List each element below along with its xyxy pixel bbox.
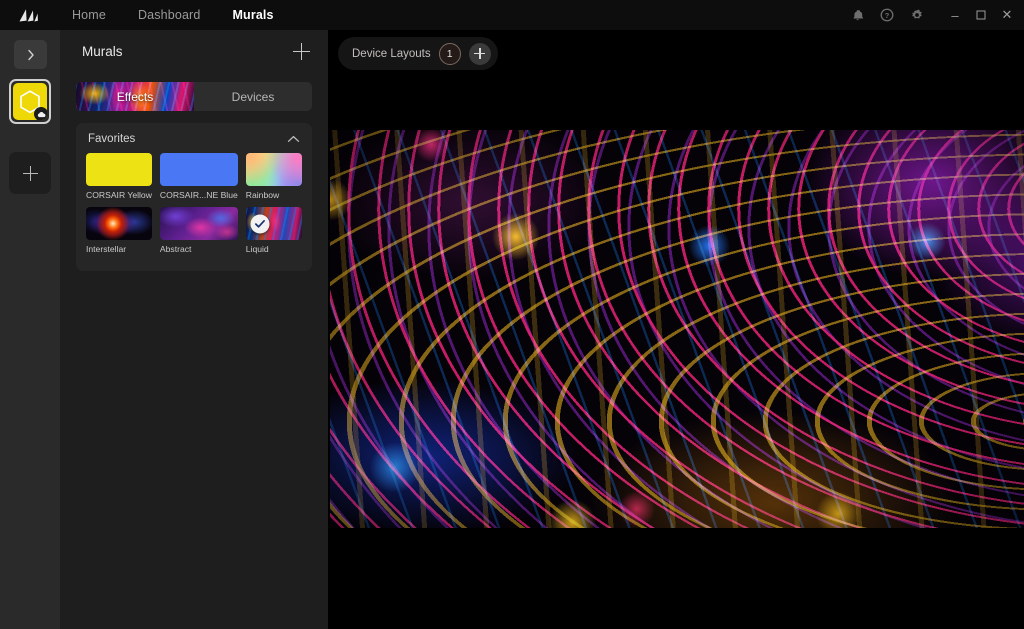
mural-stage: Device Layouts 1 (328, 30, 1024, 629)
favorite-swatch (246, 153, 302, 186)
bell-glyph (851, 9, 864, 22)
notifications-bell-icon[interactable] (842, 0, 872, 30)
page-title: Murals (82, 44, 123, 59)
tab-devices-label: Devices (232, 90, 275, 104)
corsair-sails-logo-icon (17, 8, 39, 23)
favorites-section: Favorites CORSAIR Yellow CORSAIR...NE Bl… (76, 123, 312, 271)
favorite-label: CORSAIR...NE Blue (160, 190, 238, 200)
plus-icon (474, 48, 485, 59)
window-controls: – ✕ (942, 0, 1020, 30)
device-layouts-bar: Device Layouts 1 (338, 37, 498, 70)
left-rail (0, 30, 60, 629)
device-layouts-label: Device Layouts (352, 48, 431, 60)
favorite-swatch (86, 207, 152, 240)
favorite-swatch (246, 207, 302, 240)
favorite-label: Rainbow (246, 190, 302, 200)
mural-tile-swatch (13, 83, 47, 120)
favorite-item-interstellar[interactable]: Interstellar (86, 207, 152, 259)
mural-vignette-layer (330, 130, 1024, 528)
favorite-item-abstract[interactable]: Abstract (160, 207, 238, 259)
minimize-button[interactable]: – (942, 0, 968, 30)
liquid-mural-preview[interactable] (330, 130, 1024, 528)
plus-icon (23, 166, 38, 181)
tab-devices[interactable]: Devices (194, 82, 312, 111)
favorites-grid: CORSAIR Yellow CORSAIR...NE Blue Rainbow… (86, 153, 302, 259)
favorite-item-rainbow[interactable]: Rainbow (246, 153, 302, 205)
chevron-up-icon[interactable] (287, 135, 300, 143)
rail-mural-tile-corsair-yellow[interactable] (9, 79, 51, 124)
check-icon (254, 219, 265, 228)
tab-effects-label: Effects (117, 90, 153, 104)
murals-panel: Murals Effects Devices Favorites (60, 30, 328, 629)
chevron-right-icon (27, 49, 35, 61)
favorites-title: Favorites (88, 133, 135, 145)
favorite-swatch (160, 207, 238, 240)
tab-effects[interactable]: Effects (76, 82, 194, 111)
maximize-icon (976, 10, 986, 20)
add-mural-rail-button[interactable] (9, 152, 51, 194)
close-button[interactable]: ✕ (994, 0, 1020, 30)
maximize-button[interactable] (968, 0, 994, 30)
device-layouts-count-badge[interactable]: 1 (439, 43, 461, 65)
add-device-layout-button[interactable] (469, 43, 491, 65)
panel-header: Murals (60, 30, 328, 72)
settings-gear-icon[interactable] (902, 0, 932, 30)
svg-text:?: ? (885, 11, 890, 20)
nav-item-home[interactable]: Home (56, 0, 122, 30)
favorites-header[interactable]: Favorites (86, 133, 302, 153)
gear-glyph (910, 8, 924, 22)
corsair-icue-window: Home Dashboard Murals ? (0, 0, 1024, 629)
add-mural-button[interactable] (290, 40, 312, 62)
favorite-label: Abstract (160, 244, 238, 254)
plus-icon (293, 43, 310, 60)
expand-sidebar-button[interactable] (14, 40, 47, 69)
favorite-label: CORSAIR Yellow (86, 190, 152, 200)
titlebar-actions: ? – ✕ (842, 0, 1024, 30)
corsair-sails-logo[interactable] (0, 8, 56, 23)
help-icon[interactable]: ? (872, 0, 902, 30)
favorite-item-corsair-yellow[interactable]: CORSAIR Yellow (86, 153, 152, 205)
main-nav: Home Dashboard Murals (56, 0, 290, 30)
favorite-label: Liquid (246, 244, 302, 254)
favorite-swatch (160, 153, 238, 186)
applied-check-badge (250, 214, 269, 233)
panel-tabs: Effects Devices (76, 82, 312, 111)
favorite-item-corsair-blue[interactable]: CORSAIR...NE Blue (160, 153, 238, 205)
favorite-label: Interstellar (86, 244, 152, 254)
nav-item-murals[interactable]: Murals (216, 0, 289, 30)
title-bar: Home Dashboard Murals ? (0, 0, 1024, 30)
favorite-item-liquid[interactable]: Liquid (246, 207, 302, 259)
nav-item-dashboard[interactable]: Dashboard (122, 0, 217, 30)
cloud-badge (34, 107, 47, 120)
question-circle-glyph: ? (880, 8, 894, 22)
cloud-icon (37, 111, 46, 118)
favorite-swatch (86, 153, 152, 186)
